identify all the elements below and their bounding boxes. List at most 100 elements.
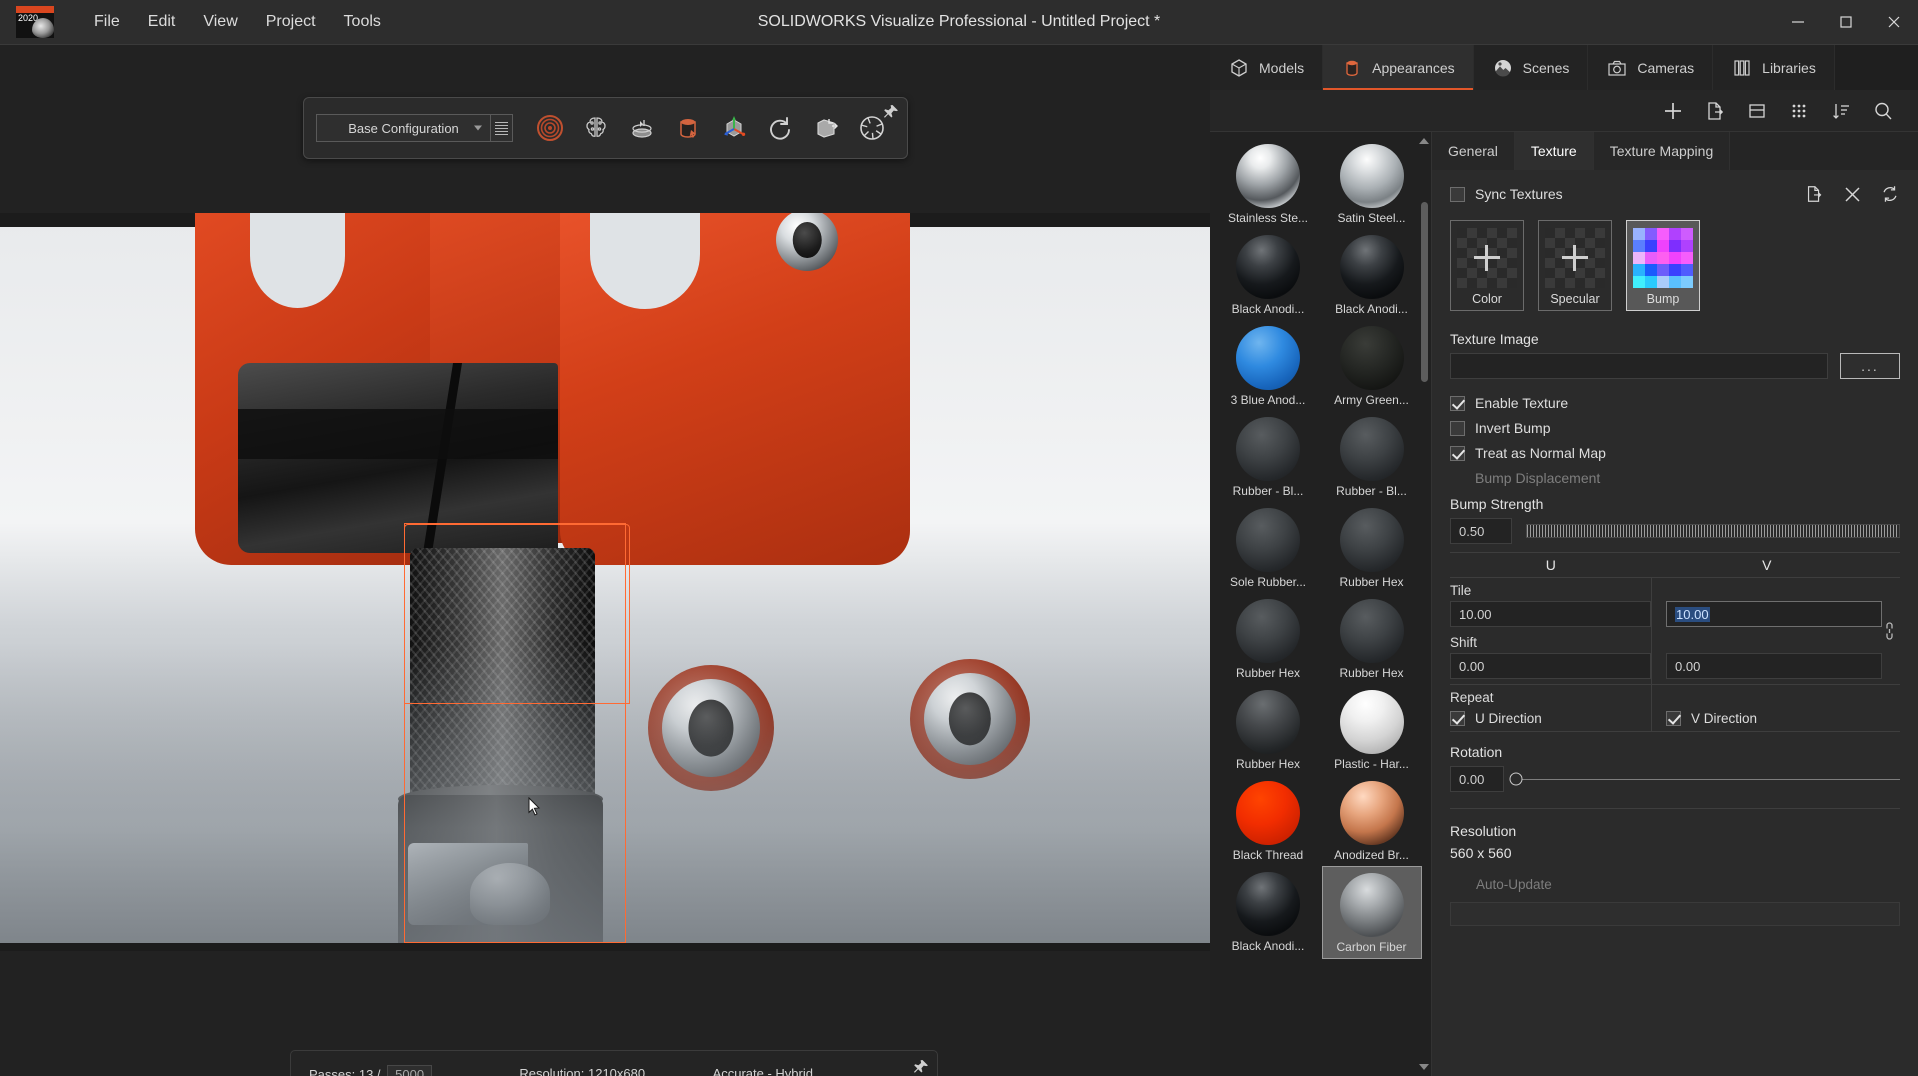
axis-cube-icon[interactable] bbox=[719, 113, 749, 143]
rotation-input[interactable]: 0.00 bbox=[1450, 766, 1504, 792]
color-slot-thumbnail bbox=[1457, 228, 1517, 288]
status-resolution: Resolution: 1210x680 bbox=[519, 1066, 646, 1076]
pin-icon[interactable] bbox=[883, 104, 899, 120]
tab-general[interactable]: General bbox=[1432, 132, 1515, 170]
maximize-button[interactable] bbox=[1822, 0, 1870, 44]
texture-slot-bump[interactable]: Bump bbox=[1626, 220, 1700, 311]
sphere-scene-icon bbox=[1492, 57, 1514, 79]
enable-texture-checkbox[interactable] bbox=[1450, 395, 1465, 411]
appearance-item[interactable]: Anodized Br... bbox=[1322, 775, 1422, 866]
export-file-icon[interactable] bbox=[1704, 100, 1726, 122]
menu-file[interactable]: File bbox=[80, 7, 134, 37]
layout-split-icon[interactable] bbox=[1746, 100, 1768, 122]
uv-col-u: U bbox=[1450, 552, 1652, 578]
appearance-item[interactable]: Satin Steel... bbox=[1322, 138, 1422, 229]
reload-icon[interactable] bbox=[1880, 184, 1900, 204]
appearance-item[interactable]: Sole Rubber... bbox=[1218, 502, 1318, 593]
resolution-label: Resolution bbox=[1450, 823, 1517, 839]
close-icon[interactable] bbox=[1842, 184, 1862, 204]
refresh-icon[interactable] bbox=[765, 113, 795, 143]
books-icon bbox=[1731, 57, 1753, 79]
appearance-item[interactable]: Carbon Fiber bbox=[1321, 866, 1422, 959]
texture-slot-specular[interactable]: Specular bbox=[1538, 220, 1612, 311]
tab-texture[interactable]: Texture bbox=[1514, 132, 1594, 170]
appearance-label: Black Anodi... bbox=[1335, 302, 1408, 316]
appearance-item[interactable]: Rubber - Bl... bbox=[1218, 411, 1318, 502]
tile-v-input[interactable]: 10.00 bbox=[1666, 601, 1882, 627]
passes-max-field[interactable]: 5000 bbox=[387, 1065, 433, 1076]
tab-appearances[interactable]: Appearances bbox=[1323, 45, 1474, 90]
bump-strength-input[interactable]: 0.50 bbox=[1450, 518, 1512, 544]
appearance-item[interactable]: Rubber Hex bbox=[1322, 593, 1422, 684]
appearance-item[interactable]: Rubber Hex bbox=[1218, 684, 1318, 775]
arrow-cursor-icon bbox=[528, 797, 542, 817]
rotation-slider-knob[interactable] bbox=[1509, 772, 1523, 786]
appearance-item[interactable]: Army Green... bbox=[1322, 320, 1422, 411]
turntable-icon[interactable] bbox=[627, 113, 657, 143]
treat-as-normal-map-checkbox[interactable] bbox=[1450, 445, 1465, 461]
appearance-library[interactable]: Stainless Ste... Satin Steel... Black Anod… bbox=[1210, 132, 1432, 1076]
enable-texture-label: Enable Texture bbox=[1475, 395, 1569, 411]
texture-slot-color[interactable]: Color bbox=[1450, 220, 1524, 311]
sort-icon[interactable] bbox=[1830, 100, 1852, 122]
shift-label: Shift bbox=[1450, 635, 1478, 650]
tab-texture-mapping[interactable]: Texture Mapping bbox=[1593, 132, 1731, 170]
appearance-item[interactable]: Rubber Hex bbox=[1322, 502, 1422, 593]
configuration-dropdown[interactable]: Base Configuration bbox=[316, 114, 491, 142]
link-chain-icon[interactable] bbox=[1886, 618, 1898, 644]
shift-u-input[interactable]: 0.00 bbox=[1450, 653, 1652, 679]
search-icon[interactable] bbox=[1872, 100, 1894, 122]
menu-view[interactable]: View bbox=[189, 7, 251, 37]
appearance-item[interactable]: Black Anodi... bbox=[1218, 229, 1318, 320]
appearance-item[interactable]: Stainless Ste... bbox=[1218, 138, 1318, 229]
tile-u-input[interactable]: 10.00 bbox=[1450, 601, 1652, 627]
menu-tools[interactable]: Tools bbox=[330, 7, 395, 37]
texture-image-field[interactable] bbox=[1450, 353, 1828, 379]
render-target-icon[interactable] bbox=[535, 113, 565, 143]
appearance-item[interactable]: Black Anodi... bbox=[1322, 229, 1422, 320]
appearance-label: Anodized Br... bbox=[1334, 848, 1409, 862]
appearance-item[interactable]: Rubber - Bl... bbox=[1322, 411, 1422, 502]
texture-browse-button[interactable]: ... bbox=[1840, 353, 1900, 379]
appearance-item[interactable]: Rubber Hex bbox=[1218, 593, 1318, 684]
render-viewport[interactable] bbox=[0, 213, 1210, 951]
menu-edit[interactable]: Edit bbox=[134, 7, 190, 37]
library-scrollbar[interactable] bbox=[1421, 202, 1428, 382]
appearance-thumbnail bbox=[1236, 235, 1300, 299]
list-icon[interactable] bbox=[491, 114, 513, 142]
status-pin-icon[interactable] bbox=[913, 1059, 929, 1075]
appearance-item[interactable]: Plastic - Har... bbox=[1322, 684, 1422, 775]
rotation-slider[interactable] bbox=[1509, 772, 1900, 786]
appearance-item[interactable]: Black Anodi... bbox=[1218, 866, 1318, 959]
sync-textures-checkbox[interactable] bbox=[1450, 186, 1465, 202]
minimize-button[interactable] bbox=[1774, 0, 1822, 44]
tab-scenes[interactable]: Scenes bbox=[1473, 45, 1589, 90]
app-window: 2020 File Edit View Project Tools SOLIDW… bbox=[0, 0, 1918, 1076]
repeat-v-checkbox[interactable] bbox=[1666, 711, 1682, 726]
appearance-cylinder-icon[interactable] bbox=[673, 113, 703, 143]
tab-cameras[interactable]: Cameras bbox=[1588, 45, 1714, 90]
bump-strength-slider[interactable] bbox=[1526, 524, 1900, 538]
brain-ai-icon[interactable] bbox=[581, 113, 611, 143]
repeat-u-checkbox[interactable] bbox=[1450, 711, 1465, 726]
render-status-panel: Passes: 13 / 5000 Passes per second: 24.… bbox=[290, 1050, 938, 1076]
export-texture-icon[interactable] bbox=[1804, 184, 1824, 204]
appearance-item[interactable]: Black Thread bbox=[1218, 775, 1318, 866]
auto-update-bar[interactable] bbox=[1450, 902, 1900, 926]
shift-v-input[interactable]: 0.00 bbox=[1666, 653, 1882, 679]
invert-bump-row: Invert Bump bbox=[1450, 420, 1900, 436]
invert-bump-checkbox[interactable] bbox=[1450, 420, 1465, 436]
scroll-up-icon[interactable] bbox=[1419, 138, 1429, 144]
menu-project[interactable]: Project bbox=[252, 7, 330, 37]
tab-libraries[interactable]: Libraries bbox=[1713, 45, 1835, 90]
grid-view-icon[interactable] bbox=[1788, 100, 1810, 122]
scroll-down-icon[interactable] bbox=[1419, 1064, 1429, 1070]
add-icon[interactable] bbox=[1662, 100, 1684, 122]
texture-header-icons bbox=[1804, 184, 1900, 204]
export-cube-icon[interactable] bbox=[811, 113, 841, 143]
appearance-thumbnail bbox=[1339, 235, 1404, 299]
appearance-item[interactable]: 3 Blue Anod... bbox=[1218, 320, 1318, 411]
tab-models[interactable]: Models bbox=[1210, 45, 1324, 90]
treat-as-normal-map-label: Treat as Normal Map bbox=[1475, 445, 1606, 461]
close-button[interactable] bbox=[1870, 0, 1918, 44]
